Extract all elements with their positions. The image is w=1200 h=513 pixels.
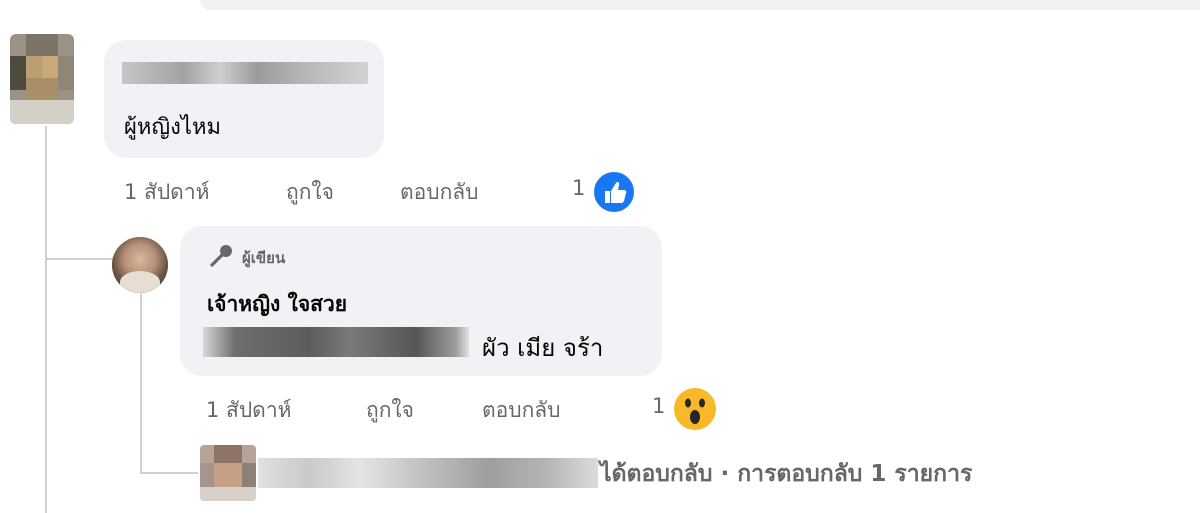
commenter-avatar[interactable] [10,34,74,124]
reply-mention-blurred[interactable] [203,327,469,357]
reply-time[interactable]: 1 สัปดาห์ [206,394,291,427]
comment-like-button[interactable]: ถูกใจ [286,176,334,209]
reply-author-avatar[interactable] [112,237,168,293]
reply-like-button[interactable]: ถูกใจ [366,394,414,427]
comment-reaction-count[interactable]: 1 [572,176,585,200]
reply-author-name[interactable]: เจ้าหญิง ใจสวย [207,288,347,321]
like-icon[interactable] [592,170,636,214]
comment-time[interactable]: 1 สัปดาห์ [124,176,209,209]
view-replies-link[interactable]: ได้ตอบกลับ · การตอบกลับ 1 รายการ [600,456,972,492]
thread-line-branch [47,258,115,260]
thread-line-reply-branch [140,472,198,474]
replier-avatar[interactable] [200,445,256,501]
microphone-icon [210,245,232,267]
wow-icon[interactable] [672,386,718,432]
thread-line-reply [140,292,142,472]
reply-text: ผัว เมีย จร้า [482,334,604,362]
author-badge-label: ผู้เขียน [242,249,286,267]
previous-comment-bubble [200,0,1200,10]
replier-name-blurred[interactable] [258,458,598,488]
comment-reply-button[interactable]: ตอบกลับ [400,176,479,209]
reply-actions: 1 สัปดาห์ ถูกใจ ตอบกลับ [206,394,666,422]
thread-line-main [45,126,47,513]
comment-actions: 1 สัปดาห์ ถูกใจ ตอบกลับ [124,176,584,204]
reply-reply-button[interactable]: ตอบกลับ [482,394,561,427]
comment-text: ผู้หญิงไหม [124,115,221,140]
commenter-name-blurred[interactable] [122,62,368,84]
reply-reaction-count[interactable]: 1 [652,394,665,418]
